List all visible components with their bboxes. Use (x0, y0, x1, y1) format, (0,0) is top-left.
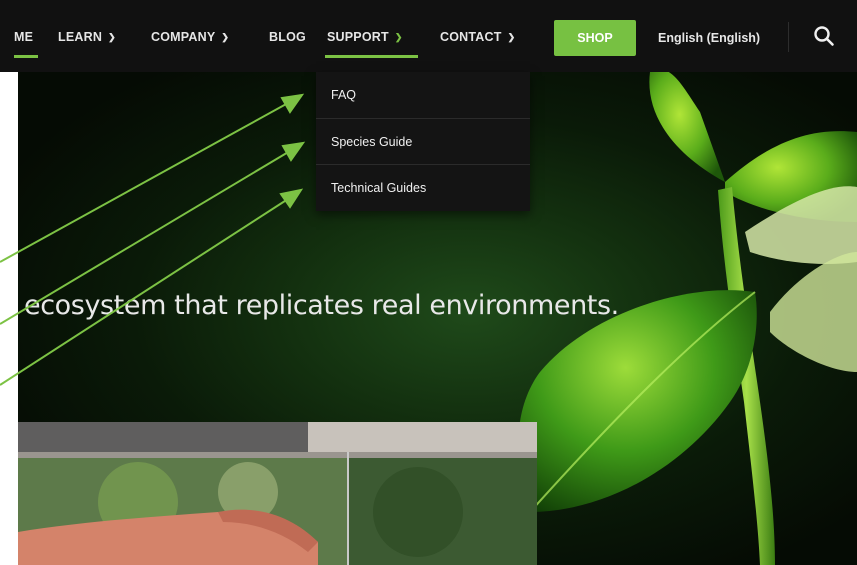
dropdown-item-technical-guides[interactable]: Technical Guides (316, 165, 530, 211)
dropdown-item-species-guide[interactable]: Species Guide (316, 119, 530, 165)
nav-item-label: SUPPORT (327, 30, 389, 44)
dropdown-item-label: Technical Guides (331, 181, 427, 195)
nav-item-company[interactable]: COMPANY ❯ (151, 30, 229, 44)
chevron-down-icon: ❯ (507, 32, 516, 42)
nav-item-support[interactable]: SUPPORT ❯ (327, 30, 403, 44)
top-navbar: ME LEARN ❯ COMPANY ❯ BLOG SUPPORT ❯ CONTACT… (0, 0, 857, 72)
left-white-strip (0, 72, 18, 565)
nav-item-blog[interactable]: BLOG (269, 30, 306, 44)
page: ecosystem that replicates real environme… (0, 0, 857, 565)
nav-item-learn[interactable]: LEARN ❯ (58, 30, 116, 44)
nav-divider (788, 22, 789, 52)
search-icon[interactable] (812, 24, 836, 48)
dropdown-item-faq[interactable]: FAQ (316, 72, 530, 118)
shop-button[interactable]: SHOP (554, 20, 636, 56)
nav-item-label: ME (14, 30, 34, 44)
hero-headline: ecosystem that replicates real environme… (24, 290, 619, 321)
home-active-underline (14, 55, 38, 58)
nav-item-home[interactable]: ME (14, 30, 33, 44)
nav-item-label: CONTACT (440, 30, 502, 44)
nav-item-contact[interactable]: CONTACT ❯ (440, 30, 515, 44)
chevron-down-icon: ❯ (221, 32, 230, 42)
nav-item-label: LEARN (58, 30, 103, 44)
support-dropdown-menu: FAQ Species Guide Technical Guides (316, 72, 530, 211)
chevron-down-icon: ❯ (108, 32, 116, 42)
aquarium-image (18, 422, 537, 565)
support-active-underline (325, 55, 418, 58)
dropdown-item-label: FAQ (331, 88, 357, 102)
language-selector[interactable]: English (English) (658, 31, 760, 45)
dropdown-item-label: Species Guide (331, 135, 413, 149)
nav-item-label: COMPANY (151, 30, 216, 44)
nav-item-label: BLOG (269, 30, 306, 44)
chevron-down-icon: ❯ (394, 32, 403, 42)
